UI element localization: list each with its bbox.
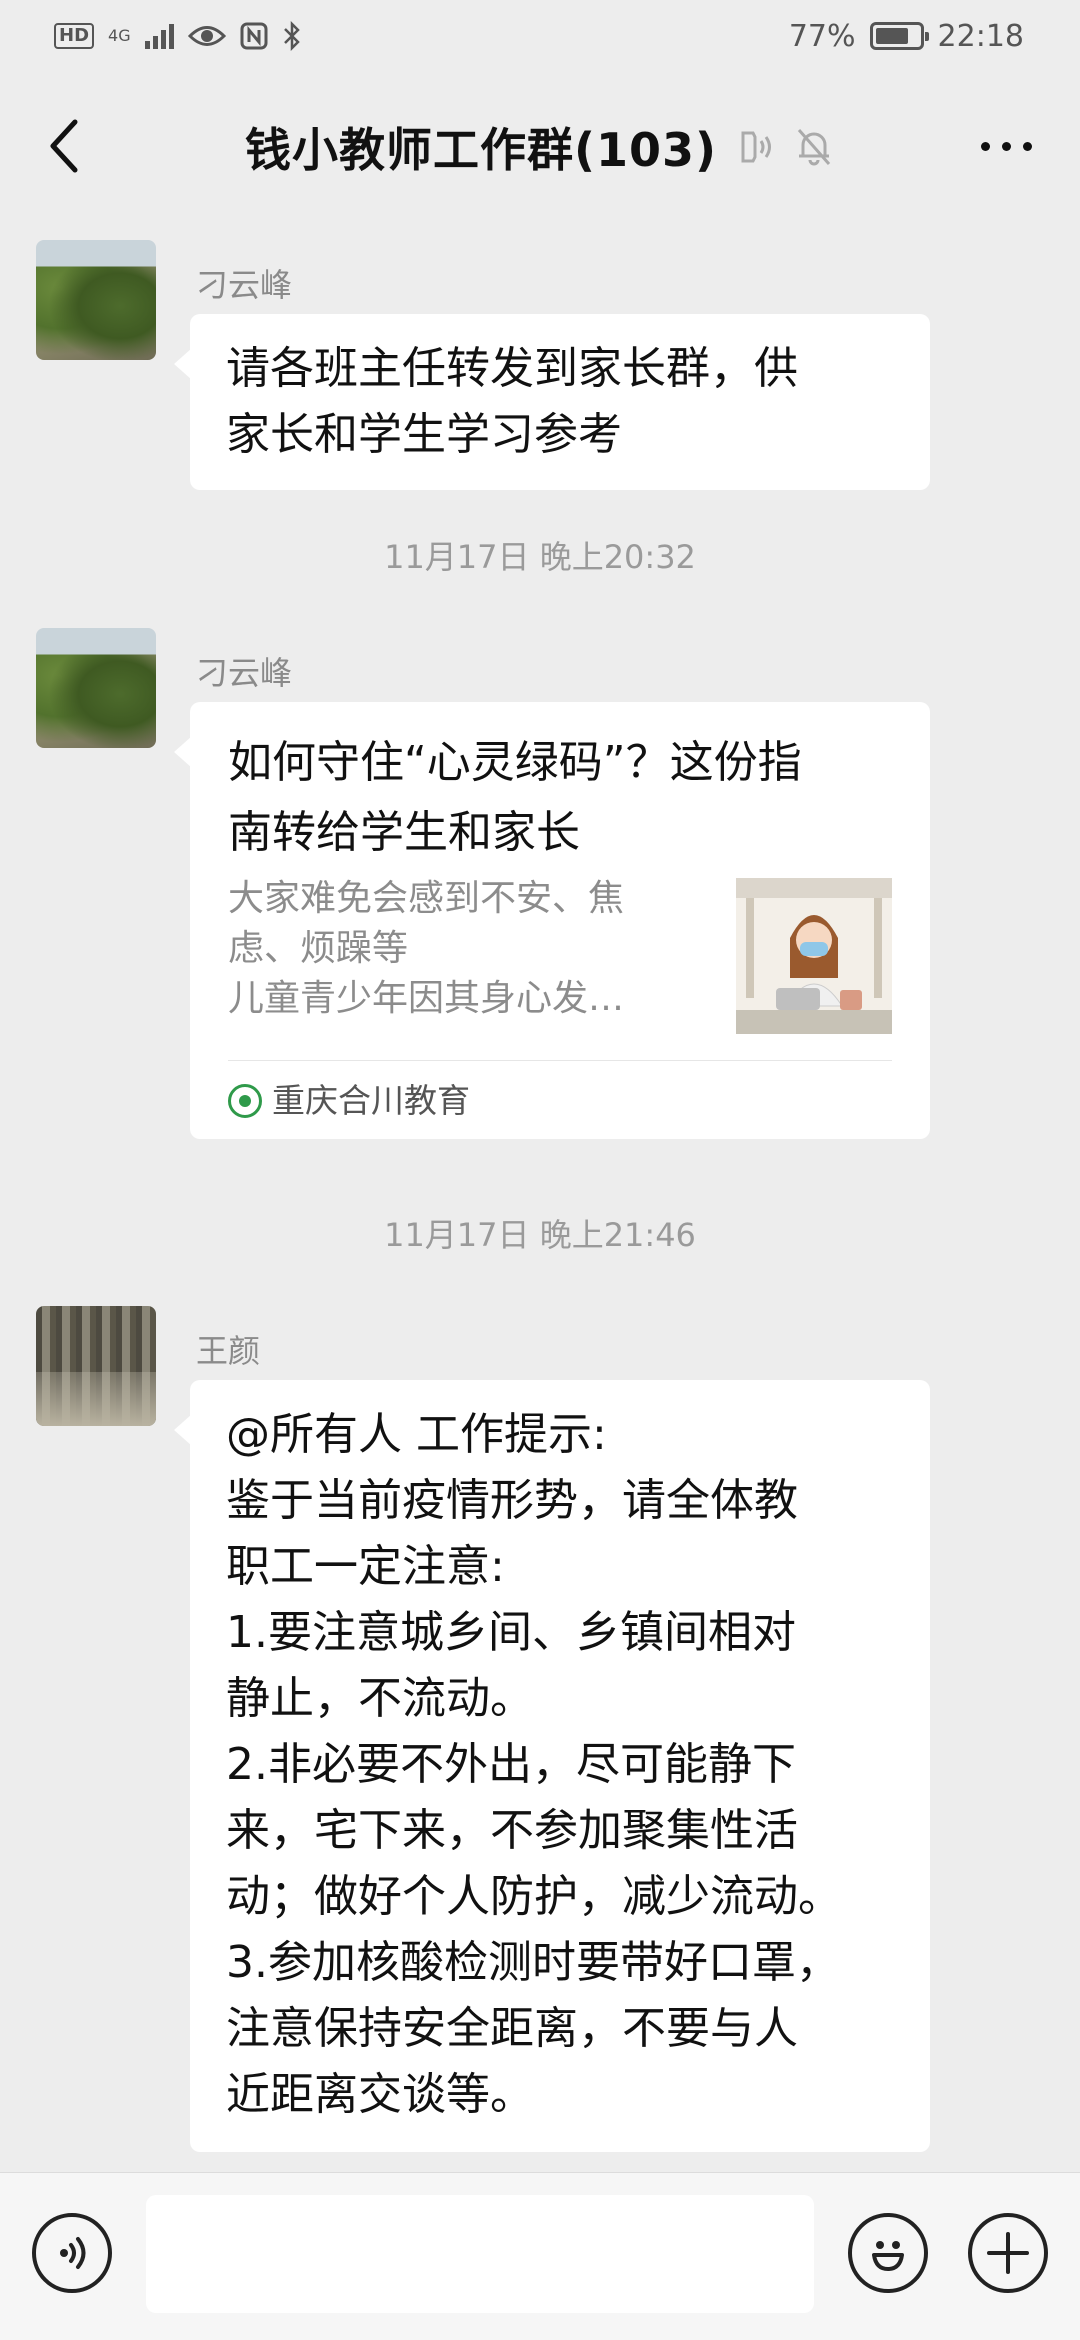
link-card[interactable]: 如何守住“心灵绿码”？这份指 南转给学生和家长 大家难免会感到不安、焦 虑、烦躁… [174, 702, 930, 1139]
status-right: 77% 22:18 [789, 19, 1024, 54]
card-title-line: 南转给学生和家长 [228, 807, 580, 858]
sender-name: 刁云峰 [196, 654, 293, 692]
message-line: @所有人 工作提示: [226, 1409, 607, 1460]
status-bar: HD 4G 77% 22:18 [0, 0, 1080, 72]
avatar[interactable] [36, 1306, 156, 1426]
card-desc-line: 儿童青少年因其身心发… [228, 978, 625, 1019]
source-name: 重庆合川教育 [272, 1081, 470, 1120]
message-line: 静止，不流动。 [226, 1673, 534, 1724]
message-line: 近距离交谈等。 [226, 2069, 534, 2120]
message-line: 3.参加核酸检测时要带好口罩， [226, 1937, 840, 1988]
message-line: 注意保持安全距离，不要与人 [226, 2003, 798, 2054]
plus-icon [987, 2232, 1029, 2274]
message-line: 1.要注意城乡间、乡镇间相对 [226, 1607, 796, 1658]
message-line: 来，宅下来，不参加聚集性活 [226, 1805, 798, 1856]
card-source: 重庆合川教育 [228, 1060, 892, 1123]
input-bar [0, 2172, 1080, 2340]
message-line: 家长和学生学习参考 [226, 409, 622, 460]
avatar[interactable] [36, 240, 156, 360]
signal-icon [144, 23, 174, 49]
plus-button[interactable] [968, 2213, 1048, 2293]
avatar[interactable] [36, 628, 156, 748]
message-line: 请各班主任转发到家长群，供 [226, 343, 798, 394]
card-description: 大家难免会感到不安、焦 虑、烦躁等 儿童青少年因其身心发… [228, 874, 708, 1034]
more-icon [980, 141, 1032, 151]
sender-name: 王颜 [196, 1332, 261, 1370]
battery-percent: 77% [788, 18, 856, 54]
battery-icon [869, 22, 929, 50]
network-type: 4G [108, 26, 131, 45]
message-bubble[interactable]: @所有人 工作提示: 鉴于当前疫情形势，请全体教 职工一定注意: 1.要注意城乡… [174, 1380, 930, 2152]
chat-area[interactable]: 刁云峰 请各班主任转发到家长群，供 家长和学生学习参考 11月17日 晚上20:… [0, 222, 1080, 2172]
timestamp: 11月17日 晚上20:32 [384, 538, 696, 576]
bluetooth-icon [283, 21, 300, 51]
more-button[interactable] [966, 116, 1046, 176]
card-thumbnail [736, 878, 892, 1034]
timestamp: 11月17日 晚上21:46 [384, 1216, 696, 1254]
voice-icon [60, 2237, 86, 2269]
chat-title: 钱小教师工作群(103) [244, 123, 718, 177]
message-line: 鉴于当前疫情形势，请全体教 [226, 1475, 798, 1526]
mute-bell-icon [793, 126, 835, 168]
sender-name: 刁云峰 [196, 266, 293, 304]
nfc-icon [240, 22, 268, 50]
card-desc-line: 虑、烦躁等 [228, 928, 409, 969]
voice-button[interactable] [32, 2213, 112, 2293]
message-bubble[interactable]: 请各班主任转发到家长群，供 家长和学生学习参考 [174, 314, 930, 490]
chat-header: 钱小教师工作群(103) [0, 72, 1080, 222]
emoji-button[interactable] [848, 2213, 928, 2293]
message-line: 动；做好个人防护，减少流动。 [226, 1871, 842, 1922]
eye-icon [187, 26, 226, 46]
source-logo-icon [228, 1084, 262, 1118]
card-body: 大家难免会感到不安、焦 虑、烦躁等 儿童青少年因其身心发… [228, 874, 892, 1034]
status-left: HD 4G [54, 21, 302, 51]
earpiece-mode-icon [735, 127, 775, 167]
emoji-icon [872, 2241, 904, 2271]
card-desc-line: 大家难免会感到不安、焦 [228, 878, 625, 919]
clock: 22:18 [937, 18, 1024, 54]
card-title: 如何守住“心灵绿码”？这份指 南转给学生和家长 [228, 728, 892, 868]
card-title-line: 如何守住“心灵绿码”？这份指 [228, 737, 802, 788]
hd-indicator: HD [54, 23, 95, 49]
message-input[interactable] [146, 2195, 814, 2313]
message-line: 职工一定注意: [226, 1541, 505, 1592]
title-area: 钱小教师工作群(103) [0, 72, 1080, 222]
message-line: 2.非必要不外出，尽可能静下 [226, 1739, 796, 1790]
